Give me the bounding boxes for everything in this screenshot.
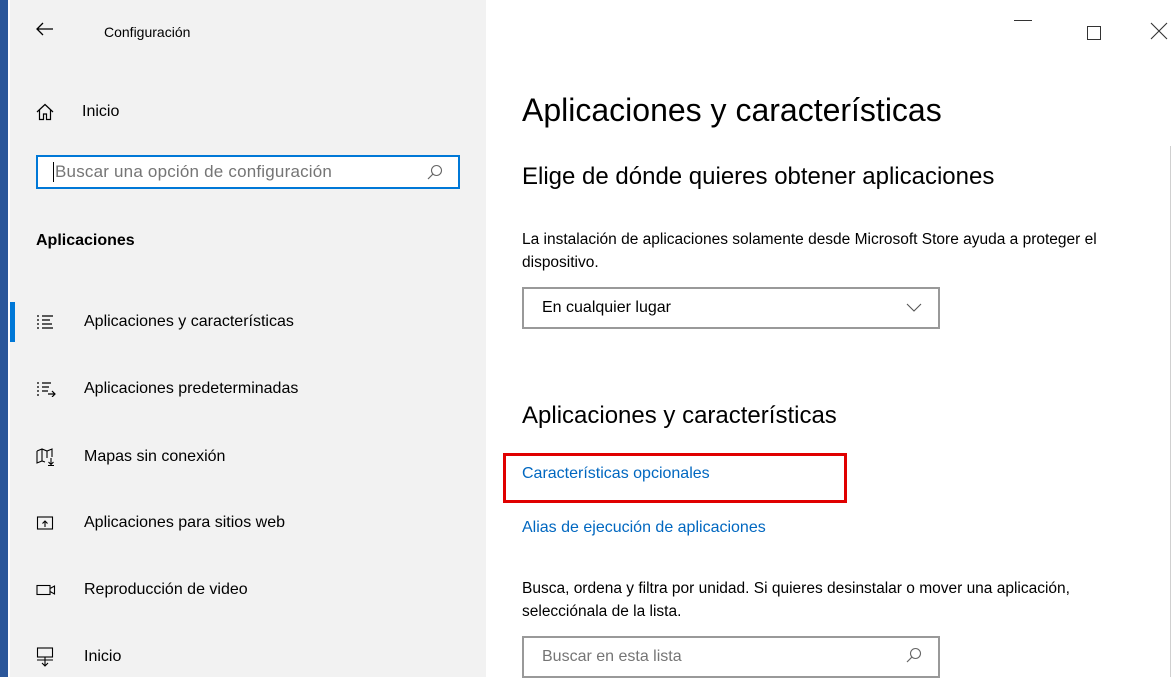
sidebar-home-label: Inicio: [82, 103, 120, 120]
sidebar-item-apps-features[interactable]: Aplicaciones y características: [36, 306, 294, 338]
app-source-dropdown[interactable]: En cualquier lugar: [522, 287, 940, 329]
settings-search-box[interactable]: [36, 155, 460, 189]
chevron-down-icon: [906, 299, 922, 317]
dropdown-selected-value: En cualquier lugar: [542, 299, 671, 316]
sidebar-item-label: Reproducción de video: [84, 581, 248, 598]
sidebar-item-web-apps[interactable]: Aplicaciones para sitios web: [36, 507, 285, 539]
apps-features-heading: Aplicaciones y características: [522, 402, 837, 429]
sidebar-section-header: Aplicaciones: [36, 232, 135, 249]
minimize-button[interactable]: [1014, 20, 1032, 21]
sidebar-item-home[interactable]: Inicio: [36, 96, 119, 128]
startup-icon: [36, 647, 64, 667]
sidebar-item-video-playback[interactable]: Reproducción de video: [36, 574, 248, 606]
web-app-icon: [36, 515, 64, 531]
scrollbar-track[interactable]: [1170, 146, 1171, 677]
back-arrow-icon[interactable]: [36, 18, 54, 42]
list-search-box[interactable]: [522, 636, 940, 678]
video-icon: [36, 583, 64, 597]
sidebar-item-startup[interactable]: Inicio: [36, 641, 121, 673]
sidebar-item-default-apps[interactable]: Aplicaciones predeterminadas: [36, 373, 298, 405]
window-title: Configuración: [104, 24, 191, 40]
sidebar-item-offline-maps[interactable]: Mapas sin conexión: [36, 441, 225, 473]
search-icon[interactable]: [906, 647, 922, 668]
app-source-description: La instalación de aplicaciones solamente…: [522, 231, 1097, 271]
sidebar-item-label: Aplicaciones predeterminadas: [84, 380, 299, 397]
map-download-icon: [36, 448, 64, 466]
window-left-border: [0, 0, 8, 677]
sidebar-item-label: Mapas sin conexión: [84, 448, 226, 465]
sidebar-item-label: Aplicaciones para sitios web: [84, 514, 285, 531]
home-icon: [36, 103, 66, 121]
search-icon[interactable]: [420, 164, 450, 180]
close-button[interactable]: [1150, 22, 1168, 45]
settings-search-input[interactable]: [54, 162, 420, 182]
page-title: Aplicaciones y características: [522, 92, 942, 128]
app-execution-aliases-link[interactable]: Alias de ejecución de aplicaciones: [522, 519, 766, 537]
default-apps-icon: [36, 381, 64, 397]
sidebar-item-label: Aplicaciones y características: [84, 313, 294, 330]
list-search-input[interactable]: [542, 648, 906, 666]
apps-list-icon: [36, 314, 64, 330]
list-description: Busca, ordena y filtra por unidad. Si qu…: [522, 580, 1070, 620]
sidebar-item-label: Inicio: [84, 648, 122, 665]
maximize-button[interactable]: [1087, 26, 1101, 45]
active-item-indicator: [10, 302, 15, 342]
optional-features-link[interactable]: Características opcionales: [522, 465, 710, 483]
app-source-heading: Elige de dónde quieres obtener aplicacio…: [522, 163, 995, 190]
